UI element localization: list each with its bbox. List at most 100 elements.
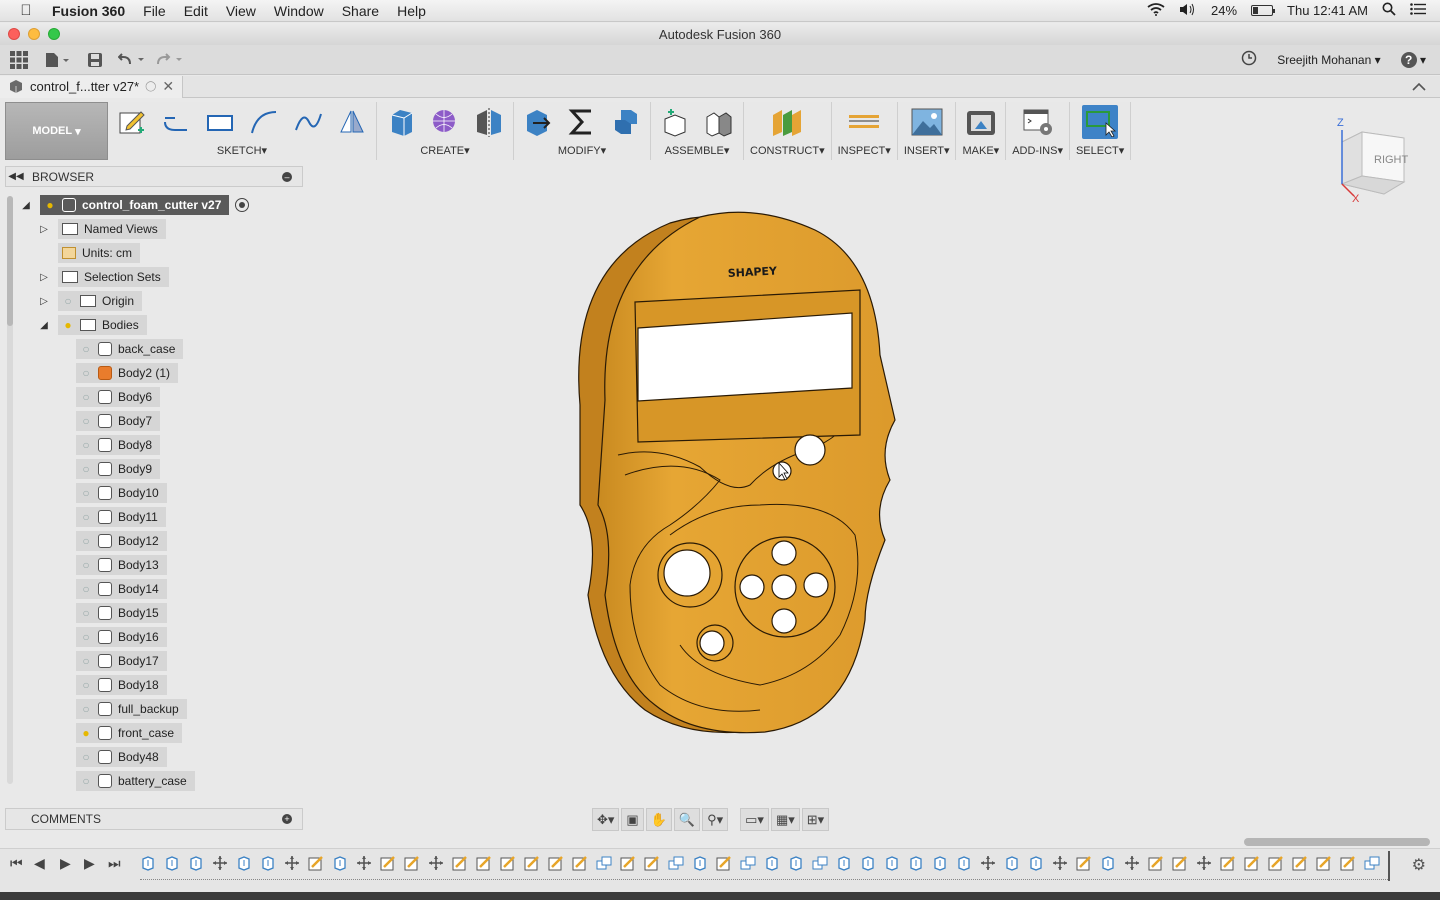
volume-icon[interactable] [1179, 3, 1197, 19]
collapse-panel-icon[interactable]: ◀◀ [6, 171, 26, 182]
body-item[interactable]: ○ Body14 [76, 579, 167, 599]
timeline-extrude-feature-icon[interactable] [1004, 855, 1020, 871]
timeline-extrude-feature-icon[interactable] [860, 855, 876, 871]
visibility-bulb-icon[interactable]: ○ [80, 702, 92, 716]
combine-icon[interactable] [608, 105, 644, 139]
timeline-sketch-feature-icon[interactable] [1148, 855, 1164, 871]
body-item[interactable]: ○ back_case [76, 339, 184, 359]
timeline-extrude-feature-icon[interactable] [164, 855, 180, 871]
timeline-fillet-feature-icon[interactable] [260, 855, 276, 871]
new-component-icon[interactable] [657, 105, 693, 139]
visibility-bulb-icon[interactable]: ● [44, 198, 56, 212]
data-panel-grid-icon[interactable] [0, 48, 38, 72]
timeline-sketch-feature-icon[interactable] [1076, 855, 1092, 871]
visibility-bulb-icon[interactable]: ○ [80, 750, 92, 764]
visibility-bulb-icon[interactable]: ○ [80, 558, 92, 572]
timeline-extrude-feature-icon[interactable] [836, 855, 852, 871]
timeline-combine-feature-icon[interactable] [812, 855, 828, 871]
rectangle-tool-icon[interactable] [202, 105, 238, 139]
timeline-extrude-feature-icon[interactable] [764, 855, 780, 871]
timeline-move-feature-icon[interactable] [1052, 855, 1068, 871]
timeline-sketch-feature-icon[interactable] [572, 855, 588, 871]
timeline-sketch-feature-icon[interactable] [620, 855, 636, 871]
3d-model-canvas[interactable]: SHAPEY [560, 205, 905, 740]
timeline-combine-feature-icon[interactable] [596, 855, 612, 871]
construct-menu[interactable]: CONSTRUCT▾ [750, 144, 825, 157]
browser-header[interactable]: ◀◀ BROWSER – [5, 166, 303, 187]
comments-panel[interactable]: COMMENTS + [5, 808, 303, 830]
zoom-icon[interactable]: 🔍 [673, 808, 701, 831]
timeline-sketch-feature-icon[interactable] [548, 855, 564, 871]
timeline-move-feature-icon[interactable] [1196, 855, 1212, 871]
joint-icon[interactable] [701, 105, 737, 139]
timeline-move-feature-icon[interactable] [1124, 855, 1140, 871]
timeline-marker[interactable] [1388, 851, 1390, 881]
body-item[interactable]: ○ Body10 [76, 483, 167, 503]
timeline-sketch-feature-icon[interactable] [1244, 855, 1260, 871]
timeline-move-feature-icon[interactable] [980, 855, 996, 871]
modify-menu[interactable]: MODIFY▾ [558, 144, 606, 157]
visibility-bulb-icon[interactable]: ○ [80, 390, 92, 404]
timeline-fillet-feature-icon[interactable] [332, 855, 348, 871]
tree-origin[interactable]: ○ Origin [58, 291, 143, 311]
workspace-switcher[interactable]: MODEL ▾ [5, 102, 108, 160]
timeline-fillet-feature-icon[interactable] [188, 855, 204, 871]
user-account-menu[interactable]: Sreejith Mohanan ▾ [1277, 53, 1380, 67]
body-item[interactable]: ○ Body6 [76, 387, 161, 407]
extrude-icon[interactable] [383, 105, 419, 139]
timeline-sketch-feature-icon[interactable] [452, 855, 468, 871]
save-icon[interactable] [76, 48, 114, 72]
timeline-combine-feature-icon[interactable] [668, 855, 684, 871]
body-item[interactable]: ○ Body18 [76, 675, 167, 695]
step-forward-icon[interactable]: ▶ [84, 855, 95, 872]
line-tool-icon[interactable] [158, 105, 194, 139]
tree-root[interactable]: ● control_foam_cutter v27 [40, 195, 250, 215]
body-item[interactable]: ● front_case [76, 723, 183, 743]
apple-icon[interactable]:  [0, 2, 52, 19]
timeline-sketch-feature-icon[interactable] [404, 855, 420, 871]
timeline-sketch-feature-icon[interactable] [308, 855, 324, 871]
body-item[interactable]: ○ battery_case [76, 771, 195, 791]
timeline-move-feature-icon[interactable] [284, 855, 300, 871]
body-item[interactable]: ○ Body2 (1) [76, 363, 179, 383]
timeline-settings-gear-icon[interactable]: ⚙ [1412, 855, 1426, 875]
visibility-bulb-icon[interactable]: ○ [80, 438, 92, 452]
arc-tool-icon[interactable] [246, 105, 282, 139]
zoom-window-button[interactable] [48, 28, 60, 40]
visibility-bulb-icon[interactable]: ○ [80, 462, 92, 476]
press-pull-icon[interactable] [520, 105, 556, 139]
body-item[interactable]: ○ Body16 [76, 627, 167, 647]
expand-selection-sets-triangle[interactable]: ▷ [36, 267, 52, 287]
visibility-bulb-icon[interactable]: ○ [80, 606, 92, 620]
display-settings-icon[interactable]: ▭▾ [740, 808, 769, 831]
body-item[interactable]: ○ full_backup [76, 699, 187, 719]
timeline-extrude-feature-icon[interactable] [692, 855, 708, 871]
body-item[interactable]: ○ Body12 [76, 531, 167, 551]
create-menu[interactable]: CREATE▾ [420, 144, 469, 157]
document-tab[interactable]: control_f...tter v27* ◯ ✕ [0, 75, 184, 98]
timeline-move-feature-icon[interactable] [428, 855, 444, 871]
menu-view[interactable]: View [226, 3, 256, 19]
tree-named-views[interactable]: Named Views [58, 219, 166, 239]
visibility-bulb-icon[interactable]: ● [62, 318, 74, 332]
menu-window[interactable]: Window [274, 3, 324, 19]
tree-bodies-folder[interactable]: ● Bodies [58, 315, 147, 335]
timeline-sketch-feature-icon[interactable] [1220, 855, 1236, 871]
app-name-menu[interactable]: Fusion 360 [52, 3, 125, 19]
3d-print-icon[interactable] [963, 105, 999, 139]
timeline-fillet-feature-icon[interactable] [956, 855, 972, 871]
timeline-combine-feature-icon[interactable] [740, 855, 756, 871]
job-status-clock-icon[interactable] [1241, 50, 1257, 69]
timeline-extrude-feature-icon[interactable] [140, 855, 156, 871]
minimize-window-button[interactable] [28, 28, 40, 40]
offset-plane-icon[interactable] [769, 105, 805, 139]
mirror-body-icon[interactable] [471, 105, 507, 139]
spotlight-search-icon[interactable] [1382, 2, 1396, 19]
timeline-move-feature-icon[interactable] [356, 855, 372, 871]
timeline-extrude-feature-icon[interactable] [908, 855, 924, 871]
make-menu[interactable]: MAKE▾ [962, 144, 999, 157]
select-tool-icon[interactable] [1082, 105, 1119, 139]
activate-radio-icon[interactable] [235, 198, 250, 212]
visibility-bulb-icon[interactable]: ○ [80, 366, 92, 380]
body-item[interactable]: ○ Body7 [76, 411, 161, 431]
